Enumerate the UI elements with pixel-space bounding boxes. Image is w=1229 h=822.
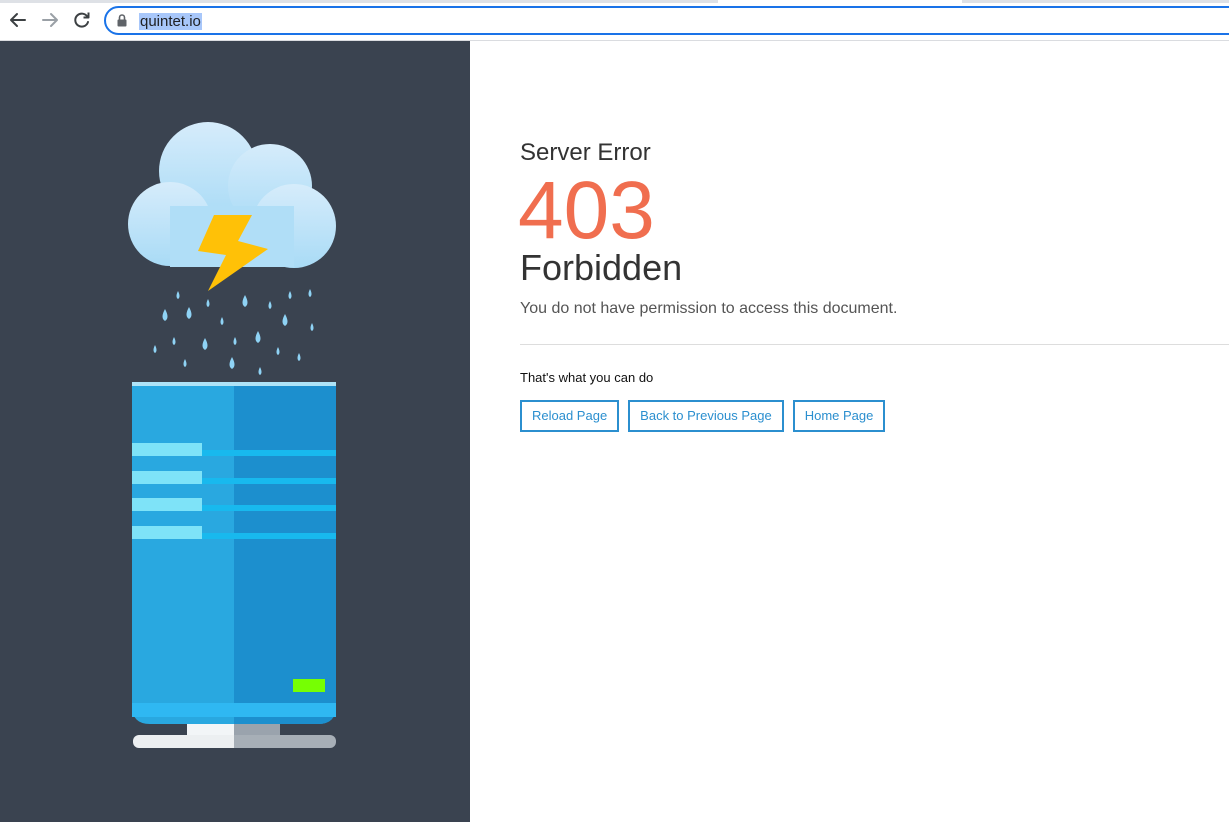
back-to-previous-page-button[interactable]: Back to Previous Page bbox=[628, 400, 784, 432]
divider bbox=[520, 344, 1229, 345]
arrow-left-icon bbox=[10, 13, 26, 27]
tab-strip bbox=[0, 0, 718, 3]
browser-toolbar: quintet.io bbox=[0, 0, 1229, 41]
back-button[interactable] bbox=[6, 8, 30, 32]
error-code: 403 bbox=[518, 165, 655, 256]
reload-icon bbox=[74, 12, 90, 28]
reload-button[interactable] bbox=[70, 8, 94, 32]
illustration-panel bbox=[0, 41, 470, 822]
raindrop-icon bbox=[153, 289, 314, 375]
server-icon bbox=[132, 382, 336, 748]
address-bar[interactable]: quintet.io bbox=[104, 6, 1229, 35]
reload-page-button[interactable]: Reload Page bbox=[520, 400, 620, 432]
tab-strip-right bbox=[962, 0, 1229, 3]
error-content: Server Error 403 Forbidden You do not ha… bbox=[518, 41, 1229, 822]
home-page-button[interactable]: Home Page bbox=[792, 400, 886, 432]
actions-hint: That's what you can do bbox=[520, 370, 654, 385]
url-text[interactable]: quintet.io bbox=[139, 13, 202, 30]
lock-icon bbox=[117, 14, 127, 27]
action-buttons: Reload Page Back to Previous Page Home P… bbox=[520, 400, 886, 432]
error-message: You do not have permission to access thi… bbox=[520, 300, 898, 317]
error-subtitle: Server Error bbox=[520, 139, 651, 166]
forward-button[interactable] bbox=[38, 8, 62, 32]
error-reason: Forbidden bbox=[520, 247, 683, 288]
error-illustration bbox=[128, 122, 336, 748]
arrow-right-icon bbox=[42, 13, 58, 27]
